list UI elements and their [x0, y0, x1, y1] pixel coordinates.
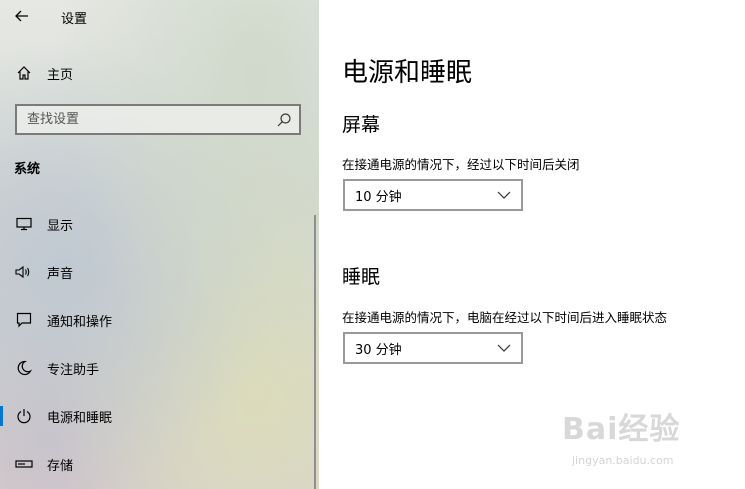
- speaker-icon: [14, 262, 34, 282]
- screen-timeout-value: 10 分钟: [355, 189, 402, 205]
- main-panel: 电源和睡眠 屏幕 在接通电源的情况下，经过以下时间后关闭 10 分钟 睡眠 在接…: [319, 0, 745, 489]
- nav-home-label: 主页: [47, 67, 74, 83]
- nav-item-label: 通知和操作: [47, 314, 113, 330]
- nav-item-sound[interactable]: 声音: [0, 252, 314, 292]
- screen-heading: 屏幕: [342, 114, 381, 136]
- monitor-icon: [14, 214, 34, 234]
- back-arrow-icon: [15, 10, 28, 22]
- section-label-system: 系统: [14, 162, 41, 177]
- chevron-down-icon: [497, 344, 511, 352]
- sidebar: 设置 主页 系统 显示 声音: [0, 0, 319, 489]
- search-box[interactable]: [15, 104, 301, 135]
- nav-item-home[interactable]: 主页: [0, 53, 314, 93]
- nav-item-power-sleep[interactable]: 电源和睡眠: [0, 396, 314, 436]
- sleep-description: 在接通电源的情况下，电脑在经过以下时间后进入睡眠状态: [342, 310, 668, 325]
- search-input[interactable]: [17, 106, 267, 133]
- storage-icon: [14, 454, 34, 474]
- sidebar-scrollbar[interactable]: [314, 215, 316, 489]
- nav-item-label: 显示: [47, 218, 74, 234]
- sleep-heading: 睡眠: [342, 266, 381, 288]
- nav-item-notifications[interactable]: 通知和操作: [0, 300, 314, 340]
- app-title: 设置: [61, 12, 88, 27]
- nav-item-storage[interactable]: 存储: [0, 444, 314, 484]
- nav-item-focus-assist[interactable]: 专注助手: [0, 348, 314, 388]
- nav-item-display[interactable]: 显示: [0, 204, 314, 244]
- sleep-timeout-value: 30 分钟: [355, 342, 402, 358]
- nav-item-label: 电源和睡眠: [47, 410, 113, 426]
- nav-item-label: 专注助手: [47, 362, 100, 378]
- search-icon[interactable]: [276, 112, 292, 128]
- page-title: 电源和睡眠: [342, 58, 473, 88]
- home-icon: [14, 63, 34, 83]
- back-button[interactable]: [10, 5, 34, 27]
- notification-icon: [14, 310, 34, 330]
- nav-item-label: 声音: [47, 266, 74, 282]
- nav-item-label: 存储: [47, 458, 74, 474]
- sleep-timeout-dropdown[interactable]: 30 分钟: [343, 332, 523, 364]
- moon-icon: [14, 358, 34, 378]
- power-icon: [14, 406, 34, 426]
- screen-description: 在接通电源的情况下，经过以下时间后关闭: [342, 157, 580, 172]
- active-indicator: [0, 406, 3, 426]
- chevron-down-icon: [497, 191, 511, 199]
- screen-timeout-dropdown[interactable]: 10 分钟: [343, 179, 523, 211]
